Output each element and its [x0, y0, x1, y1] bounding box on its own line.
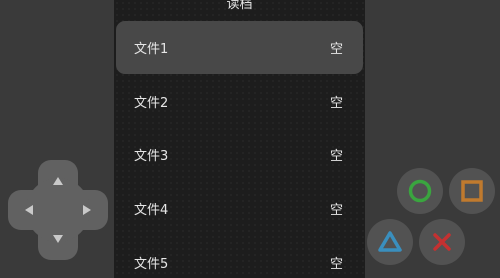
- dpad-up-button[interactable]: [45, 168, 71, 194]
- cross-icon: [433, 233, 451, 251]
- arrow-down-icon: [53, 235, 63, 243]
- save-slot-2[interactable]: 文件2 空: [116, 75, 363, 128]
- slot-status: 空: [329, 96, 343, 111]
- circle-button[interactable]: [397, 168, 443, 214]
- slot-label: 文件2: [134, 96, 169, 111]
- triangle-button[interactable]: [367, 219, 413, 265]
- slot-label: 文件4: [134, 203, 169, 218]
- arrow-right-icon: [83, 205, 91, 215]
- triangle-icon: [378, 231, 402, 252]
- arrow-up-icon: [53, 177, 63, 185]
- slot-status: 空: [329, 149, 343, 164]
- dpad-right-button[interactable]: [74, 197, 100, 223]
- panel-title: 读档: [226, 0, 253, 12]
- square-button[interactable]: [449, 168, 495, 214]
- dpad: [8, 160, 108, 260]
- slot-label: 文件5: [134, 257, 169, 272]
- slot-label: 文件1: [134, 42, 169, 57]
- save-slot-5[interactable]: 文件5 空: [116, 236, 363, 278]
- cross-button[interactable]: [419, 219, 465, 265]
- arrow-left-icon: [25, 205, 33, 215]
- slot-label: 文件3: [134, 149, 169, 164]
- save-slot-4[interactable]: 文件4 空: [116, 182, 363, 235]
- load-game-panel: 读档 文件1 空 文件2 空 文件3 空 文件4 空 文件5 空: [114, 0, 365, 278]
- square-icon: [461, 180, 483, 202]
- dpad-left-button[interactable]: [16, 197, 42, 223]
- slot-status: 空: [329, 42, 343, 57]
- slot-status: 空: [329, 203, 343, 218]
- save-slot-1[interactable]: 文件1 空: [116, 21, 363, 74]
- dpad-down-button[interactable]: [45, 226, 71, 252]
- save-slot-3[interactable]: 文件3 空: [116, 128, 363, 181]
- slot-status: 空: [329, 257, 343, 272]
- circle-icon: [408, 179, 432, 203]
